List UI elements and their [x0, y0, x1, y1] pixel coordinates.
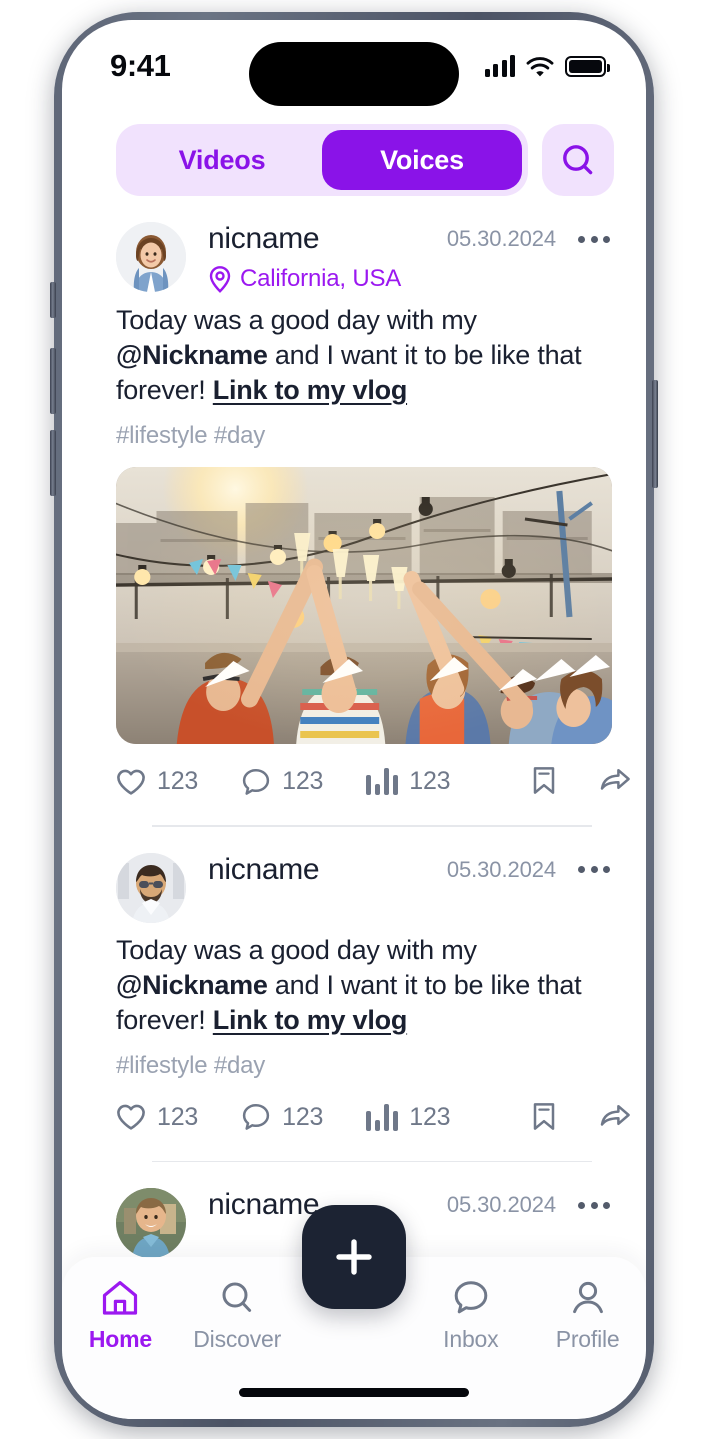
like-count: 123: [157, 767, 199, 795]
wifi-icon: [526, 56, 554, 76]
more-options-icon[interactable]: [576, 860, 612, 879]
like-count: 123: [157, 1102, 199, 1131]
post-author-name[interactable]: nicname: [208, 1188, 320, 1222]
comment-button[interactable]: 123: [241, 1098, 323, 1136]
post-actions: 123 123 123: [116, 760, 631, 803]
post-author-name[interactable]: nicname: [208, 222, 320, 256]
post-location[interactable]: California, USA: [208, 265, 612, 293]
post-hashtags[interactable]: #lifestyle #day: [116, 422, 612, 450]
post-link[interactable]: Link to my vlog: [213, 375, 408, 405]
post-body: Today was a good day with my @Nickname a…: [116, 303, 612, 408]
top-bar: Videos Voices: [62, 112, 646, 196]
tab-voices[interactable]: Voices: [322, 130, 522, 190]
share-icon: [601, 768, 631, 790]
search-icon: [563, 145, 593, 175]
man-sunglasses-avatar: [116, 852, 186, 923]
like-button[interactable]: 123: [116, 763, 198, 800]
comment-icon: [454, 1281, 488, 1314]
plus-icon: [336, 1239, 372, 1275]
woman-avatar: [116, 222, 186, 292]
audio-bars-icon: [366, 768, 399, 795]
post-mention[interactable]: @Nickname: [116, 970, 268, 1000]
post-link[interactable]: Link to my vlog: [213, 1005, 408, 1035]
post-body-text-1: Today was a good day with my: [116, 934, 477, 965]
stats-count: 123: [409, 1102, 451, 1131]
location-pin-icon: [209, 266, 231, 293]
phone-screen: 9:41 Videos Voices nicname 05.30.2024 Ca…: [62, 20, 646, 1419]
comment-count: 123: [282, 1102, 324, 1131]
comment-icon: [242, 768, 270, 795]
share-button[interactable]: [595, 761, 635, 802]
like-button[interactable]: 123: [116, 1099, 198, 1136]
avatar[interactable]: [116, 852, 186, 923]
dynamic-island: [249, 42, 459, 106]
nav-item-inbox[interactable]: Inbox: [412, 1279, 529, 1353]
post-item: nicname 05.30.2024 Today was a good day …: [62, 827, 646, 1162]
cellular-bars-icon: [484, 55, 515, 77]
post-feed: nicname 05.30.2024 California, USA Today…: [62, 196, 646, 1258]
volume-up-button[interactable]: [50, 348, 56, 414]
nav-label-discover: Discover: [193, 1326, 282, 1352]
audio-bars-icon: [366, 1103, 399, 1131]
more-options-icon[interactable]: [576, 230, 612, 249]
nav-item-discover[interactable]: Discover: [179, 1279, 296, 1353]
more-options-icon[interactable]: [576, 1196, 612, 1215]
post-location-label: California, USA: [240, 265, 402, 292]
stats-count: 123: [409, 767, 451, 795]
post-date: 05.30.2024: [446, 1192, 556, 1217]
home-indicator: [239, 1388, 469, 1397]
power-button[interactable]: [652, 380, 658, 488]
post-actions: 123 123 123: [116, 1096, 631, 1139]
tab-videos[interactable]: Videos: [122, 130, 322, 190]
status-indicators: [484, 55, 610, 77]
heart-icon: [117, 1104, 145, 1130]
avatar[interactable]: [116, 222, 186, 292]
create-post-button[interactable]: [302, 1205, 406, 1309]
bookmark-button[interactable]: [527, 760, 561, 803]
share-button[interactable]: [595, 1097, 635, 1138]
rooftop-party-photo: [116, 467, 612, 744]
status-time: 9:41: [110, 48, 171, 83]
nav-item-home[interactable]: Home: [62, 1279, 179, 1353]
comment-count: 123: [282, 767, 324, 795]
status-bar: 9:41: [62, 20, 646, 112]
nav-label-home: Home: [88, 1326, 152, 1352]
heart-icon: [117, 769, 145, 795]
stats-button[interactable]: 123: [366, 1099, 451, 1136]
comment-icon: [242, 1103, 270, 1130]
person-icon: [572, 1281, 603, 1314]
bookmark-icon: [534, 767, 555, 794]
home-icon: [103, 1281, 138, 1315]
search-button[interactable]: [542, 124, 614, 196]
post-photo[interactable]: [116, 467, 612, 744]
post-hashtags[interactable]: #lifestyle #day: [116, 1052, 612, 1080]
post-mention[interactable]: @Nickname: [116, 340, 268, 370]
silence-switch[interactable]: [50, 282, 56, 318]
post-date: 05.30.2024: [446, 226, 556, 251]
feed-type-switch: Videos Voices: [116, 124, 528, 196]
nav-label-inbox: Inbox: [443, 1326, 499, 1352]
post-author-name[interactable]: nicname: [208, 853, 320, 887]
post-date: 05.30.2024: [446, 856, 556, 882]
battery-icon: [565, 55, 610, 77]
stats-button[interactable]: 123: [366, 763, 451, 800]
share-icon: [601, 1104, 631, 1126]
screenshot-stage: 9:41 Videos Voices nicname 05.30.2024 Ca…: [0, 0, 708, 1439]
volume-down-button[interactable]: [50, 430, 56, 496]
bookmark-icon: [534, 1102, 555, 1130]
search-icon: [222, 1282, 252, 1312]
post-body: Today was a good day with my @Nickname a…: [116, 933, 612, 1038]
bookmark-button[interactable]: [527, 1096, 561, 1139]
post-body-text-1: Today was a good day with my: [116, 305, 477, 335]
post-item: nicname 05.30.2024 California, USA Today…: [62, 196, 646, 827]
bottom-nav-area: Home Discover Inbox Profile: [62, 1205, 646, 1419]
nav-item-profile[interactable]: Profile: [529, 1279, 646, 1353]
comment-button[interactable]: 123: [241, 763, 323, 801]
nav-label-profile: Profile: [555, 1326, 620, 1352]
